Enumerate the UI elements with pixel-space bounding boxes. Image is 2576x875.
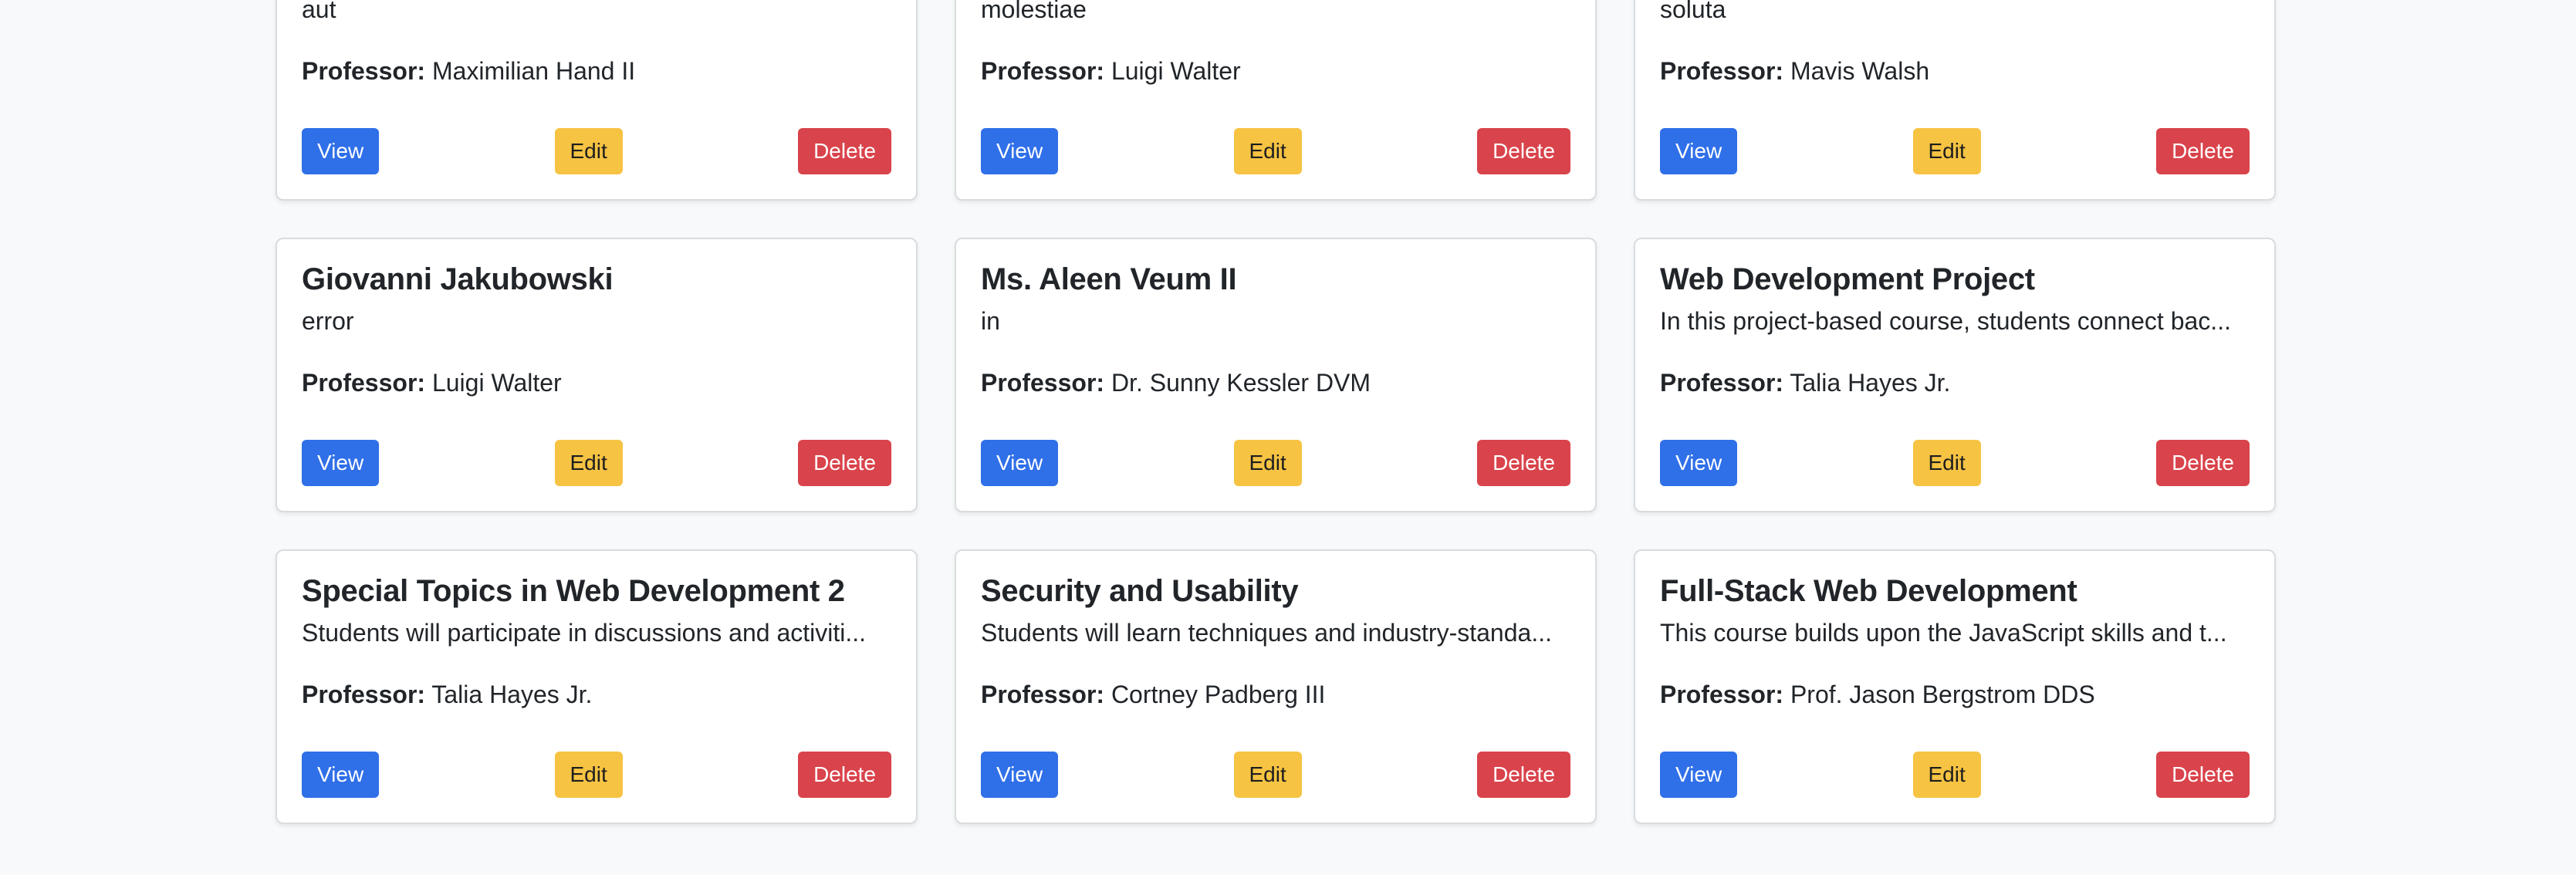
course-professor: Professor: Prof. Jason Bergstrom DDS [1660, 679, 2250, 710]
view-button[interactable]: View [1660, 752, 1738, 798]
professor-name: Dr. Sunny Kessler DVM [1111, 369, 1371, 397]
course-title: Security and Usability [981, 574, 1299, 608]
professor-name: Cortney Padberg III [1111, 681, 1326, 708]
delete-button[interactable]: Delete [798, 752, 891, 798]
course-card: soluta Professor: Mavis Walsh View Edit … [1634, 0, 2276, 201]
card-actions: View Edit Delete [981, 440, 1570, 486]
delete-button[interactable]: Delete [2156, 752, 2250, 798]
delete-button[interactable]: Delete [1477, 128, 1570, 174]
course-card: molestiae Professor: Luigi Walter View E… [955, 0, 1597, 201]
professor-label: Professor: [1660, 681, 1784, 708]
professor-label: Professor: [1660, 369, 1784, 397]
course-title: Full-Stack Web Development [1660, 574, 2077, 608]
edit-button[interactable]: Edit [1912, 752, 1981, 798]
card-actions: View Edit Delete [981, 128, 1570, 174]
edit-button[interactable]: Edit [1912, 128, 1981, 174]
course-card: Full-Stack Web Development This course b… [1634, 549, 2276, 824]
professor-name: Prof. Jason Bergstrom DDS [1790, 681, 2095, 708]
course-professor: Professor: Talia Hayes Jr. [302, 679, 891, 710]
card-actions: View Edit Delete [302, 440, 891, 486]
professor-label: Professor: [302, 57, 426, 85]
view-button[interactable]: View [1660, 440, 1738, 486]
card-actions: View Edit Delete [1660, 752, 2250, 798]
delete-button[interactable]: Delete [1477, 752, 1570, 798]
course-description: Students will learn techniques and indus… [981, 619, 1552, 647]
course-card: Ms. Aleen Veum II in Professor: Dr. Sunn… [955, 238, 1597, 512]
card-actions: View Edit Delete [981, 752, 1570, 798]
course-description: aut [302, 0, 336, 23]
course-professor: Professor: Luigi Walter [981, 56, 1570, 86]
card-actions: View Edit Delete [1660, 128, 2250, 174]
course-professor: Professor: Dr. Sunny Kessler DVM [981, 367, 1570, 398]
course-title: Giovanni Jakubowski [302, 262, 614, 296]
professor-name: Talia Hayes Jr. [431, 681, 593, 708]
professor-label: Professor: [981, 57, 1105, 85]
view-button[interactable]: View [981, 128, 1059, 174]
delete-button[interactable]: Delete [798, 128, 891, 174]
course-card: Web Development Project In this project-… [1634, 238, 2276, 512]
course-professor: Professor: Talia Hayes Jr. [1660, 367, 2250, 398]
professor-label: Professor: [981, 681, 1105, 708]
edit-button[interactable]: Edit [1233, 440, 1302, 486]
course-card: Giovanni Jakubowski error Professor: Lui… [276, 238, 918, 512]
delete-button[interactable]: Delete [798, 440, 891, 486]
course-description: soluta [1660, 0, 1726, 23]
course-card: Special Topics in Web Development 2 Stud… [276, 549, 918, 824]
view-button[interactable]: View [302, 128, 380, 174]
edit-button[interactable]: Edit [554, 752, 623, 798]
edit-button[interactable]: Edit [1233, 752, 1302, 798]
course-description: In this project-based course, students c… [1660, 307, 2231, 335]
view-button[interactable]: View [981, 440, 1059, 486]
card-actions: View Edit Delete [1660, 440, 2250, 486]
professor-label: Professor: [981, 369, 1105, 397]
view-button[interactable]: View [302, 440, 380, 486]
course-title: Web Development Project [1660, 262, 2035, 296]
course-description: error [302, 307, 354, 335]
course-professor: Professor: Luigi Walter [302, 367, 891, 398]
delete-button[interactable]: Delete [2156, 128, 2250, 174]
course-title: Special Topics in Web Development 2 [302, 574, 845, 608]
professor-name: Maximilian Hand II [431, 57, 636, 85]
course-description: Students will participate in discussions… [302, 619, 867, 647]
professor-label: Professor: [302, 369, 426, 397]
edit-button[interactable]: Edit [554, 128, 623, 174]
edit-button[interactable]: Edit [554, 440, 623, 486]
professor-label: Professor: [302, 681, 426, 708]
course-professor: Professor: Maximilian Hand II [302, 56, 891, 86]
view-button[interactable]: View [302, 752, 380, 798]
view-button[interactable]: View [981, 752, 1059, 798]
course-professor: Professor: Mavis Walsh [1660, 56, 2250, 86]
edit-button[interactable]: Edit [1912, 440, 1981, 486]
course-card: Security and Usability Students will lea… [955, 549, 1597, 824]
course-description: molestiae [981, 0, 1087, 23]
card-actions: View Edit Delete [302, 752, 891, 798]
course-professor: Professor: Cortney Padberg III [981, 679, 1570, 710]
course-title: Ms. Aleen Veum II [981, 262, 1237, 296]
professor-name: Talia Hayes Jr. [1790, 369, 1951, 397]
course-description: This course builds upon the JavaScript s… [1660, 619, 2227, 647]
edit-button[interactable]: Edit [1233, 128, 1302, 174]
delete-button[interactable]: Delete [1477, 440, 1570, 486]
professor-name: Luigi Walter [431, 369, 562, 397]
course-card-grid: aut Professor: Maximilian Hand II View E… [276, 0, 2276, 824]
course-description: in [981, 307, 1000, 335]
delete-button[interactable]: Delete [2156, 440, 2250, 486]
view-button[interactable]: View [1660, 128, 1738, 174]
card-actions: View Edit Delete [302, 128, 891, 174]
course-card: aut Professor: Maximilian Hand II View E… [276, 0, 918, 201]
professor-name: Mavis Walsh [1790, 57, 1930, 85]
professor-name: Luigi Walter [1111, 57, 1241, 85]
professor-label: Professor: [1660, 57, 1784, 85]
